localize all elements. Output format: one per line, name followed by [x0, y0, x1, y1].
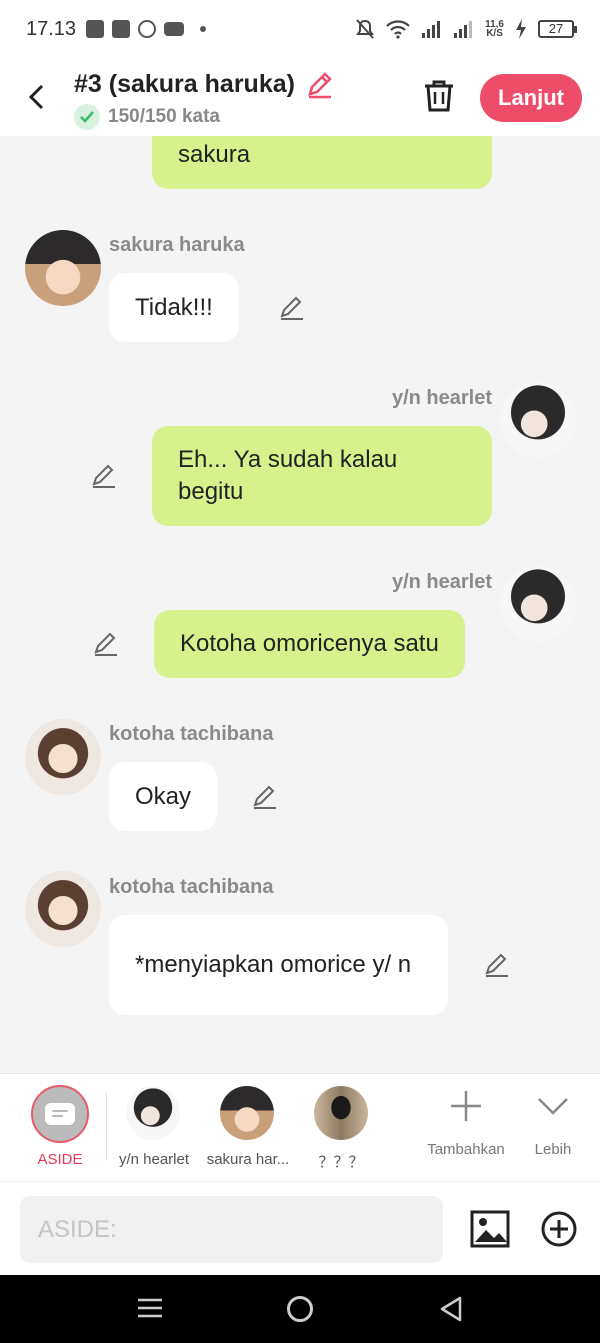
edit-message-icon[interactable] [92, 630, 120, 658]
avatar[interactable] [25, 719, 101, 795]
nav-back-icon[interactable] [438, 1295, 464, 1323]
edit-message-icon[interactable] [483, 951, 511, 979]
message-text: Kotoha omoricenya satu [180, 630, 439, 657]
app-notification-icon [86, 20, 104, 38]
message-text: sakura [178, 141, 251, 168]
youtube-icon [164, 22, 184, 36]
avatar[interactable] [500, 566, 576, 642]
edit-message-icon[interactable] [278, 294, 306, 322]
image-icon[interactable] [470, 1210, 510, 1248]
battery-indicator: 27 [538, 20, 577, 38]
avatar[interactable] [500, 382, 576, 458]
aside-label: ASIDE [37, 1151, 83, 1168]
sender-name: sakura haruka [109, 234, 245, 256]
chat-bubble[interactable]: Kotoha omoricenya satu [154, 610, 465, 678]
next-button[interactable]: Lanjut [480, 74, 582, 122]
chat-bubble[interactable]: sakura [152, 136, 492, 189]
check-icon [74, 104, 100, 130]
message-text: Eh... Ya sudah kalau begitu [178, 446, 398, 505]
message-text: *menyiapkan omorice y/ n [135, 951, 412, 978]
avatar[interactable] [25, 230, 101, 306]
word-count: 150/150 kata [74, 104, 220, 130]
chevron-down-icon[interactable] [535, 1088, 571, 1124]
menu-icon[interactable] [138, 1297, 162, 1319]
avatar[interactable] [25, 871, 101, 947]
app-header: #3 (sakura haruka) 150/150 kata Lanjut [0, 60, 600, 136]
wifi-icon [386, 20, 410, 39]
signal-icon-2 [454, 21, 473, 38]
message-input[interactable] [20, 1196, 443, 1263]
whatsapp-icon [138, 20, 156, 38]
character-avatar[interactable] [220, 1086, 274, 1140]
more-notifications-icon [200, 26, 206, 32]
chat-bubble[interactable]: *menyiapkan omorice y/ n [109, 915, 448, 1015]
chat-bubble-icon [45, 1103, 75, 1125]
app-notification-icon [112, 20, 130, 38]
character-avatar[interactable] [314, 1086, 368, 1140]
sender-name: kotoha tachibana [109, 876, 274, 898]
aside-button[interactable] [31, 1085, 89, 1143]
chat-bubble[interactable]: Eh... Ya sudah kalau begitu [152, 426, 492, 526]
character-avatar[interactable] [126, 1086, 180, 1140]
add-character-label[interactable]: Tambahkan [420, 1141, 512, 1158]
edit-title-icon[interactable] [305, 70, 335, 100]
character-bar: ASIDE y/n hearlet sakura har... ？？？ Tamb… [0, 1073, 600, 1181]
character-label: sakura har... [206, 1151, 290, 1168]
character-label: y/n hearlet [118, 1151, 190, 1168]
sender-name: y/n hearlet [391, 571, 492, 593]
status-bar: 17.13 11,6 K/S 27 [0, 0, 600, 60]
back-arrow-icon[interactable] [22, 82, 52, 112]
home-icon[interactable] [287, 1296, 313, 1322]
sender-name: kotoha tachibana [109, 723, 274, 745]
notification-icons [86, 20, 206, 38]
mute-icon [356, 19, 374, 39]
signal-icon [422, 21, 441, 38]
system-nav-bar [0, 1275, 600, 1343]
divider [106, 1092, 107, 1160]
message-text: Tidak!!! [135, 293, 213, 321]
chat-bubble[interactable]: Tidak!!! [109, 273, 239, 342]
add-circle-icon[interactable] [540, 1210, 578, 1248]
status-time: 17.13 [26, 18, 77, 40]
add-icon[interactable] [448, 1088, 484, 1124]
word-count-text: 150/150 kata [108, 106, 220, 127]
chat-bubble[interactable]: Okay [109, 762, 218, 831]
chat-area[interactable]: sakura sakura haruka Tidak!!! y/n hearle… [0, 136, 600, 1073]
trash-icon[interactable] [422, 78, 456, 114]
input-bar [0, 1181, 600, 1275]
page-title: #3 (sakura haruka) [74, 70, 295, 98]
edit-message-icon[interactable] [90, 462, 118, 490]
system-icons: 11,6 K/S 27 [355, 18, 577, 40]
more-label[interactable]: Lebih [524, 1141, 582, 1158]
charging-icon [516, 19, 526, 39]
edit-message-icon[interactable] [251, 783, 279, 811]
network-speed: 11,6 K/S [485, 19, 504, 39]
message-text: Okay [135, 782, 192, 810]
sender-name: y/n hearlet [391, 387, 492, 409]
character-label: ？？？ [318, 1154, 364, 1171]
